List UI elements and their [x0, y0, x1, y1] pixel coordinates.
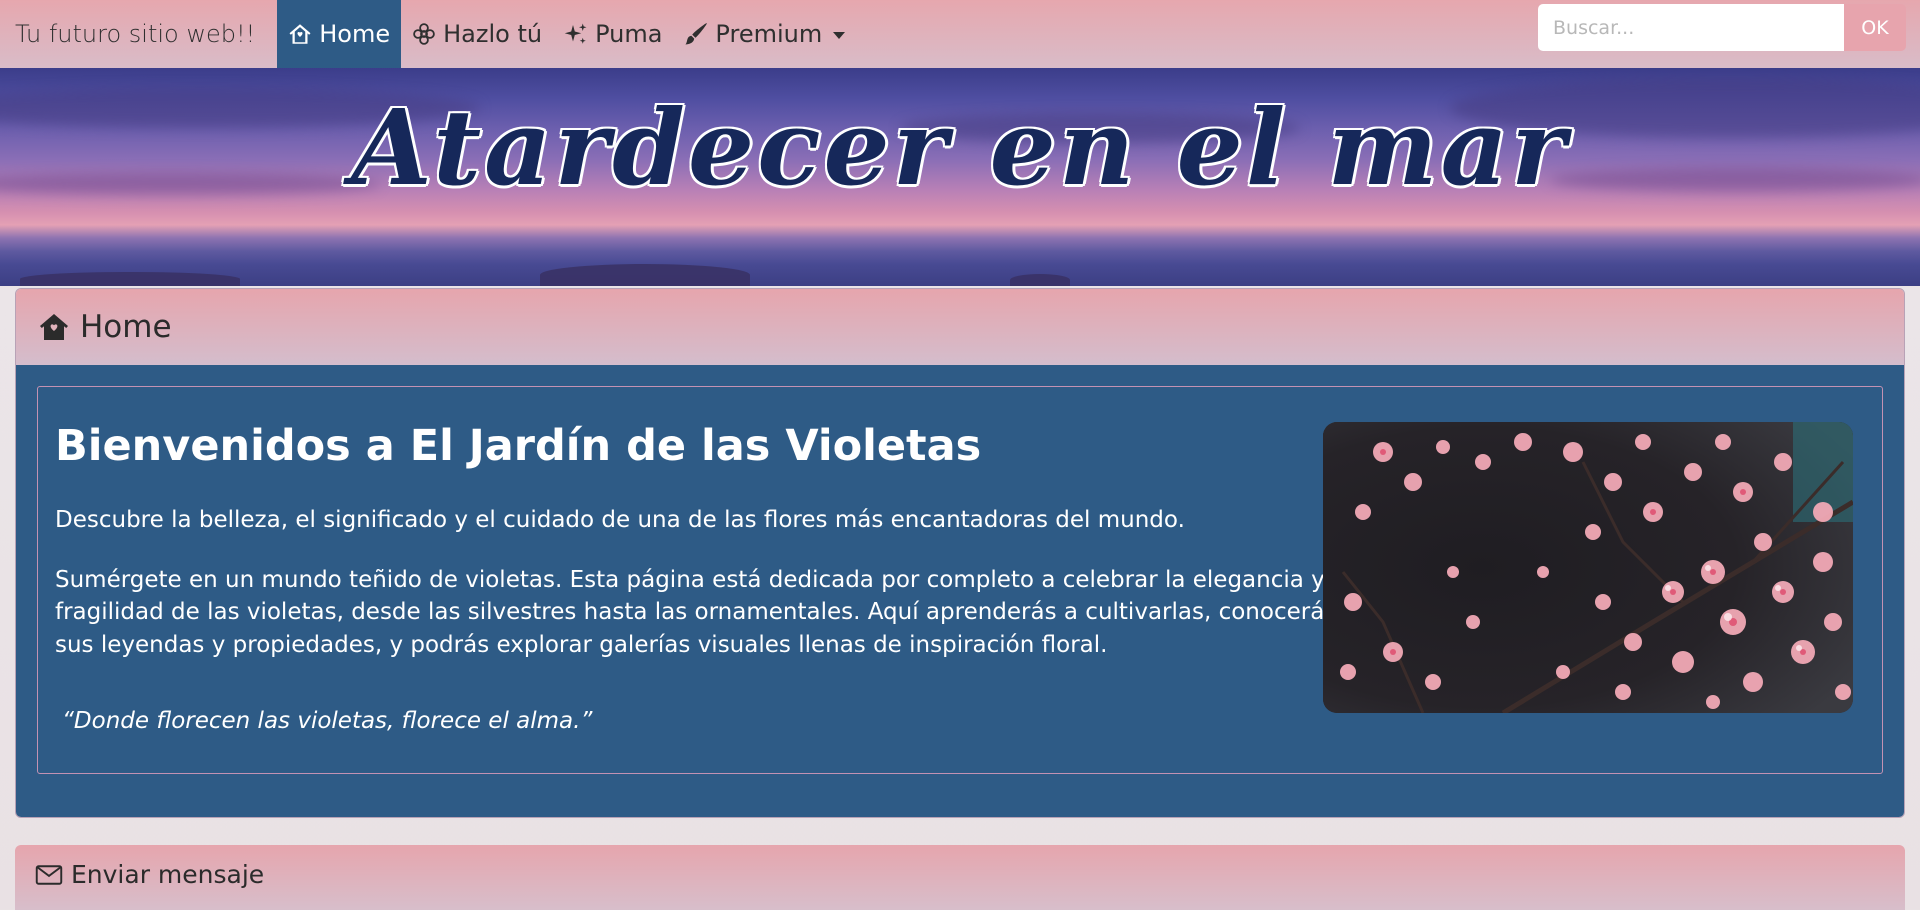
welcome-lead: Descubre la belleza, el significado y el…	[55, 507, 1185, 533]
nav-item-hazlo-tu[interactable]: Hazlo tú	[401, 0, 553, 68]
welcome-heading: Bienvenidos a El Jardín de las Violetas	[55, 421, 982, 471]
card-header-title: Home	[80, 309, 172, 345]
flower-icon	[413, 23, 435, 45]
nav-item-label: Home	[319, 20, 391, 48]
welcome-jumbotron: Bienvenidos a El Jardín de las Violetas …	[37, 386, 1883, 774]
hero-banner: Atardecer en el mar	[0, 68, 1920, 286]
card-header: Home	[16, 289, 1904, 365]
hero-title: Atardecer en el mar	[351, 86, 1569, 209]
search-ok-button[interactable]: OK	[1844, 4, 1906, 51]
blossom-illustration	[1323, 422, 1853, 713]
send-message-label: Enviar mensaje	[71, 860, 265, 889]
top-navbar: Tu futuro sitio web!! Home Hazlo tú Puma	[0, 0, 1920, 68]
nav-item-label: Premium	[715, 20, 823, 48]
send-message-card[interactable]: Enviar mensaje	[15, 845, 1905, 910]
search-form: OK	[1538, 4, 1906, 51]
house-heart-icon	[40, 314, 68, 340]
nav-item-puma[interactable]: Puma	[553, 0, 673, 68]
brush-icon	[685, 23, 708, 45]
nav-item-label: Hazlo tú	[443, 20, 543, 48]
cherry-blossom-image	[1323, 422, 1853, 713]
home-card: Home Bienvenidos a El Jardín de las Viol…	[15, 288, 1905, 818]
sparkles-icon	[564, 23, 587, 44]
nav-item-premium[interactable]: Premium	[673, 0, 856, 68]
nav-item-label: Puma	[595, 20, 663, 48]
chevron-down-icon	[833, 31, 846, 39]
card-body: Bienvenidos a El Jardín de las Violetas …	[16, 365, 1904, 817]
search-input[interactable]	[1538, 4, 1844, 51]
house-heart-icon	[289, 24, 311, 44]
hero-rock	[20, 272, 240, 286]
envelope-icon	[35, 865, 63, 885]
hero-rock	[540, 264, 750, 286]
welcome-quote: “Donde florecen las violetas, florece el…	[62, 708, 593, 734]
welcome-body: Sumérgete en un mundo teñido de violetas…	[55, 567, 1337, 658]
brand-link[interactable]: Tu futuro sitio web!!	[0, 0, 277, 68]
hero-rock	[1010, 274, 1070, 286]
nav-item-home[interactable]: Home	[277, 0, 402, 68]
